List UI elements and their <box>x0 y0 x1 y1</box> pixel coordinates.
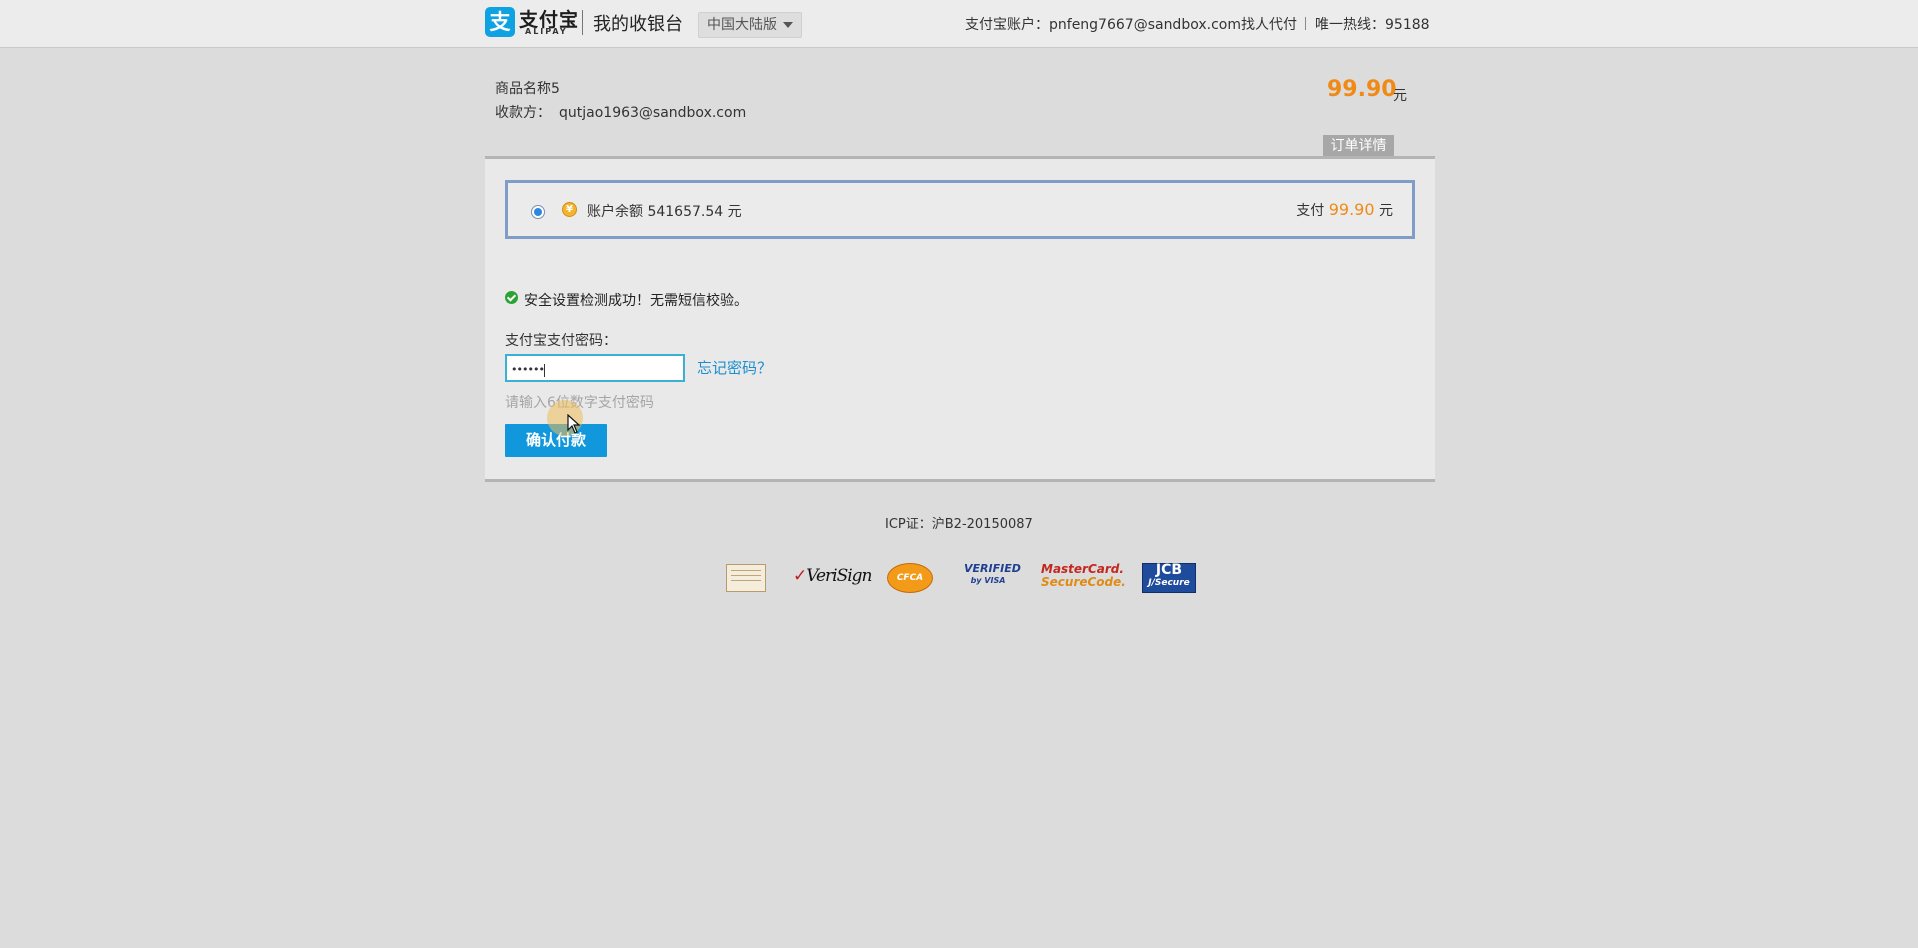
balance-payment-option[interactable]: ¥ 账户余额 541657.54 元 支付 99.90 元 <box>505 180 1415 239</box>
page-title: 我的收银台 <box>593 14 683 35</box>
forgot-password-link[interactable]: 忘记密码？ <box>697 357 772 378</box>
header-divider <box>582 10 583 35</box>
text-cursor <box>543 363 545 377</box>
mouse-pointer-icon <box>567 414 581 434</box>
pay-unit: 元 <box>1379 203 1393 219</box>
password-mask: •••••• <box>511 363 545 376</box>
order-detail-tab[interactable]: 订单详情 <box>1323 135 1394 157</box>
account-info: 支付宝账户：pnfeng7667@sandbox.com <box>965 17 1241 33</box>
cfca-badge[interactable]: CFCA <box>887 563 933 593</box>
pay-amount: 99.90 <box>1328 200 1375 219</box>
total-amount: 99.90 <box>1327 77 1397 102</box>
alipay-logo-subtext: ALIPAY <box>525 27 568 36</box>
chevron-down-icon <box>783 22 793 28</box>
top-bar: 支 支付宝 ALIPAY 我的收银台 中国大陆版 支付宝账户：pnfeng766… <box>0 0 1918 48</box>
header-link-divider <box>1305 17 1306 30</box>
jcb-jsecure-badge[interactable]: JCB J/Secure <box>1142 563 1196 593</box>
password-input[interactable]: •••••• <box>505 354 685 382</box>
region-dropdown[interactable]: 中国大陆版 <box>698 12 802 38</box>
pay-amount-info: 支付 99.90 元 <box>1296 200 1393 220</box>
total-unit: 元 <box>1393 88 1407 104</box>
security-message: 安全设置检测成功！无需短信校验。 <box>524 293 748 309</box>
verisign-label: VeriSign <box>806 566 872 586</box>
visa-line2: by VISA <box>970 576 1006 585</box>
check-circle-icon <box>505 291 518 304</box>
hotline-info: 唯一热线：95188 <box>1315 17 1430 33</box>
verisign-badge[interactable]: ✓VeriSign <box>793 566 873 596</box>
pay-label: 支付 <box>1296 203 1325 219</box>
payee-value: qutjao1963@sandbox.com <box>559 105 747 121</box>
icp-license: ICP证：沪B2-20150087 <box>885 517 1033 532</box>
pay-for-me-link[interactable]: 找人代付 <box>1241 14 1297 34</box>
jcb-line2: J/Secure <box>1148 578 1190 588</box>
password-label: 支付宝支付密码： <box>505 333 617 349</box>
payee-label: 收款方： <box>495 105 551 121</box>
balance-radio[interactable] <box>531 205 545 219</box>
verified-by-visa-badge[interactable]: VERIFIED by VISA <box>964 562 1021 593</box>
mastercard-line2: SecureCode. <box>1041 575 1126 589</box>
payee-info: 收款方： qutjao1963@sandbox.com <box>495 102 746 122</box>
business-certificate-icon[interactable] <box>726 564 766 592</box>
region-label: 中国大陆版 <box>707 17 777 33</box>
alipay-logo-icon[interactable]: 支 <box>485 7 515 37</box>
jcb-line1: JCB <box>1155 562 1183 578</box>
product-name: 商品名称5 <box>495 81 560 97</box>
mastercard-securecode-badge[interactable]: MasterCard. SecureCode. <box>1041 563 1126 593</box>
visa-line1: VERIFIED <box>964 562 1021 575</box>
balance-text: 账户余额 541657.54 元 <box>587 204 742 220</box>
yen-icon: ¥ <box>562 202 577 217</box>
